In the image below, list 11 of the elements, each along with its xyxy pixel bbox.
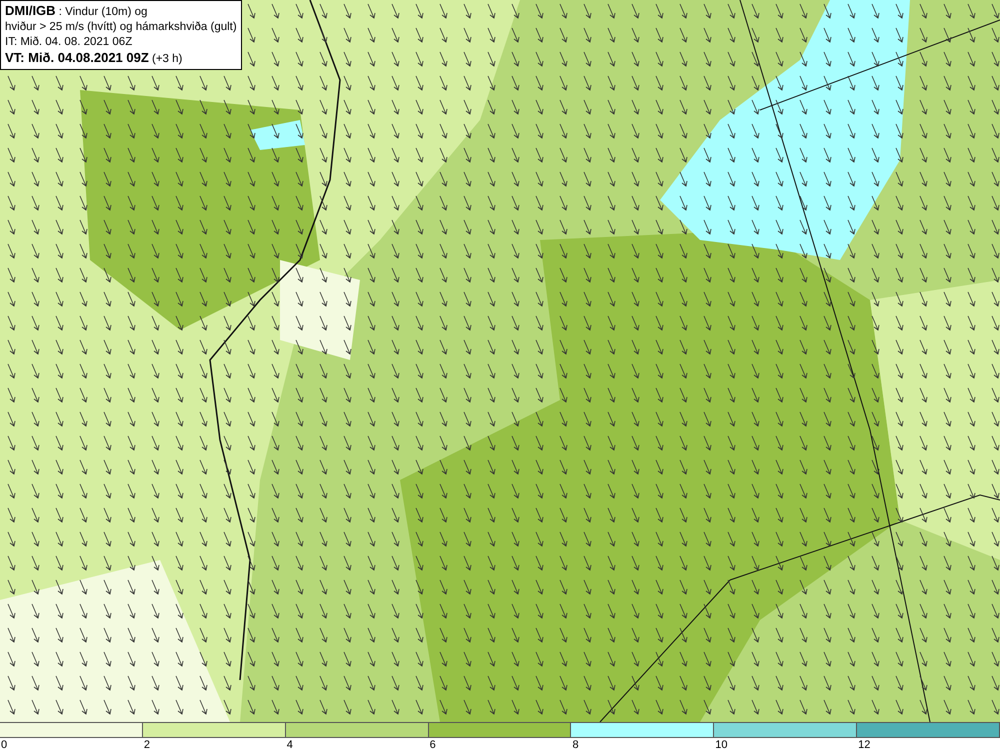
title-line: DMI/IGB : Vindur (10m) og <box>5 3 148 20</box>
scale-label: 8 <box>571 738 580 753</box>
title-line: VT: Mið. 04.08.2021 09Z (+3 h) <box>5 50 184 67</box>
title-line: hviður > 25 m/s (hvítt) og hámarkshviða (gult) <box>5 20 237 35</box>
title-line: IT: Mið. 04. 08. 2021 06Z <box>5 35 134 50</box>
scale-label: 6 <box>428 738 437 753</box>
scale-label: 0 <box>0 738 8 753</box>
scale-label: 10 <box>714 738 729 753</box>
scale-label: 12 <box>857 738 872 753</box>
scale-label: 2 <box>142 738 151 753</box>
scale-label: 4 <box>286 738 294 753</box>
